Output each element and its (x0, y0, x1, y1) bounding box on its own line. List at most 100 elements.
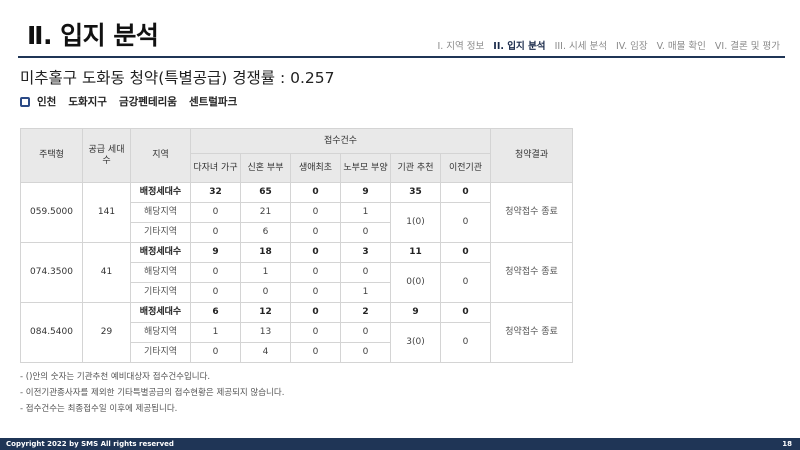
location-complex-suffix: 센트럴파크 (188, 96, 238, 108)
value-cell: 21 (240, 202, 291, 223)
relocated-received-cell: 0 (439, 202, 492, 243)
value-cell: 0 (290, 322, 341, 343)
square-bullet-icon (20, 96, 30, 107)
header-newlywed: 신혼 부부 (240, 153, 291, 183)
region-cell: 기타지역 (130, 222, 191, 243)
value-cell: 0 (290, 342, 341, 363)
value-cell: 0 (290, 262, 341, 283)
header-relocated-agency: 이전기관 (439, 153, 492, 183)
header-housing-type: 주택형 (20, 128, 83, 183)
value-cell: 6 (190, 302, 241, 323)
nav-item-location-analysis[interactable]: II. 입지 분석 (493, 38, 545, 52)
housing-type-cell: 059.5000 (20, 182, 83, 243)
value-cell: 13 (240, 322, 291, 343)
result-cell: 청약접수 종료 (490, 242, 574, 303)
region-cell: 기타지역 (130, 342, 191, 363)
location-district: 도화지구 (68, 96, 107, 108)
relocated-received-cell: 0 (439, 322, 492, 363)
supply-units-cell: 141 (82, 182, 131, 243)
value-cell: 0 (290, 302, 341, 323)
special-supply-table: 주택형 공급 세대수 지역 접수건수 청약결과 다자녀 가구 신혼 부부 생애최… (20, 128, 574, 363)
supply-units-cell: 29 (82, 302, 131, 363)
region-cell: 배정세대수 (130, 242, 191, 263)
value-cell: 0 (190, 262, 241, 283)
slide-subtitle: 미추홀구 도화동 청약(특별공급) 경쟁률 : 0.257 (20, 69, 335, 87)
region-cell: 해당지역 (130, 262, 191, 283)
footnote: - 이전기관종사자를 제외한 기타특별공급의 접수현황은 제공되지 않습니다. (20, 388, 285, 398)
header-result: 청약결과 (490, 128, 574, 183)
table-row: 084.5400 29 배정세대수 6 12 0 2 9 0 청약접수 종료 (20, 302, 574, 363)
value-cell: 0 (190, 222, 241, 243)
value-cell: 0 (290, 202, 341, 223)
region-cell: 기타지역 (130, 282, 191, 303)
value-cell: 12 (240, 302, 291, 323)
region-cell: 해당지역 (130, 202, 191, 223)
footnote: - ()안의 숫자는 기관추천 예비대상자 접수건수입니다. (20, 372, 211, 382)
header-supply-units: 공급 세대수 (82, 128, 131, 183)
header-region: 지역 (130, 128, 191, 183)
nav-item-price-analysis[interactable]: III. 시세 분석 (555, 38, 607, 52)
region-cell: 배정세대수 (130, 182, 191, 203)
value-cell: 0 (290, 222, 341, 243)
section-nav: I. 지역 정보 II. 입지 분석 III. 시세 분석 IV. 임장 V. … (437, 38, 780, 52)
location-complex: 금강펜테리움 (118, 96, 177, 108)
region-cell: 배정세대수 (130, 302, 191, 323)
nav-item-listing-check[interactable]: V. 매물 확인 (657, 38, 706, 52)
housing-type-cell: 084.5400 (20, 302, 83, 363)
relocated-allocated-cell: 0 (439, 182, 492, 203)
value-cell: 6 (240, 222, 291, 243)
value-cell: 0 (190, 202, 241, 223)
housing-type-cell: 074.3500 (20, 242, 83, 303)
header-elderly-parent: 노부모 부양 (340, 153, 391, 183)
value-cell: 18 (240, 242, 291, 263)
header-multi-child: 다자녀 가구 (190, 153, 241, 183)
value-cell: 0 (340, 342, 391, 363)
supply-units-cell: 41 (82, 242, 131, 303)
value-cell: 65 (240, 182, 291, 203)
nav-item-conclusion[interactable]: VI. 결론 및 평가 (715, 38, 780, 52)
region-cell: 해당지역 (130, 322, 191, 343)
value-cell: 0 (340, 222, 391, 243)
value-cell: 0 (290, 242, 341, 263)
value-cell: 0 (190, 282, 241, 303)
value-cell: 9 (340, 182, 391, 203)
value-cell: 1 (340, 202, 391, 223)
relocated-received-cell: 0 (439, 262, 492, 303)
copyright-text: Copyright 2022 by SMS All rights reserve… (6, 440, 174, 448)
result-cell: 청약접수 종료 (490, 302, 574, 363)
value-cell: 9 (190, 242, 241, 263)
table-row: 059.5000 141 배정세대수 32 65 0 9 35 0 청약접수 종… (20, 182, 574, 243)
location-city: 인천 (37, 96, 57, 108)
header-agency-recommend: 기관 추천 (390, 153, 441, 183)
agency-received-cell: 3(0) (390, 322, 441, 363)
table-row: 074.3500 41 배정세대수 9 18 0 3 11 0 청약접수 종료 (20, 242, 574, 303)
relocated-allocated-cell: 0 (439, 302, 492, 323)
footnote: - 접수건수는 최종접수일 이후에 제공됩니다. (20, 404, 178, 414)
header-received: 접수건수 (189, 128, 492, 154)
page-number: 18 (782, 440, 792, 448)
nav-item-region-info[interactable]: I. 지역 정보 (437, 38, 484, 52)
footnotes: - ()안의 숫자는 기관추천 예비대상자 접수건수입니다. - 이전기관종사자… (20, 369, 284, 417)
agency-allocated-cell: 11 (390, 242, 441, 263)
value-cell: 0 (340, 262, 391, 283)
value-cell: 0 (190, 342, 241, 363)
agency-received-cell: 0(0) (390, 262, 441, 303)
value-cell: 1 (240, 262, 291, 283)
agency-received-cell: 1(0) (390, 202, 441, 243)
value-cell: 0 (240, 282, 291, 303)
title-divider (18, 56, 785, 58)
agency-allocated-cell: 35 (390, 182, 441, 203)
value-cell: 4 (240, 342, 291, 363)
relocated-allocated-cell: 0 (439, 242, 492, 263)
location-line: 인천 도화지구 금강펜테리움 센트럴파크 (20, 94, 237, 109)
header-first-time: 생애최초 (290, 153, 341, 183)
nav-item-site-visit[interactable]: IV. 임장 (616, 38, 648, 52)
value-cell: 0 (340, 322, 391, 343)
footer-bar: Copyright 2022 by SMS All rights reserve… (0, 438, 800, 450)
value-cell: 1 (190, 322, 241, 343)
value-cell: 3 (340, 242, 391, 263)
value-cell: 2 (340, 302, 391, 323)
agency-allocated-cell: 9 (390, 302, 441, 323)
value-cell: 0 (290, 282, 341, 303)
value-cell: 0 (290, 182, 341, 203)
